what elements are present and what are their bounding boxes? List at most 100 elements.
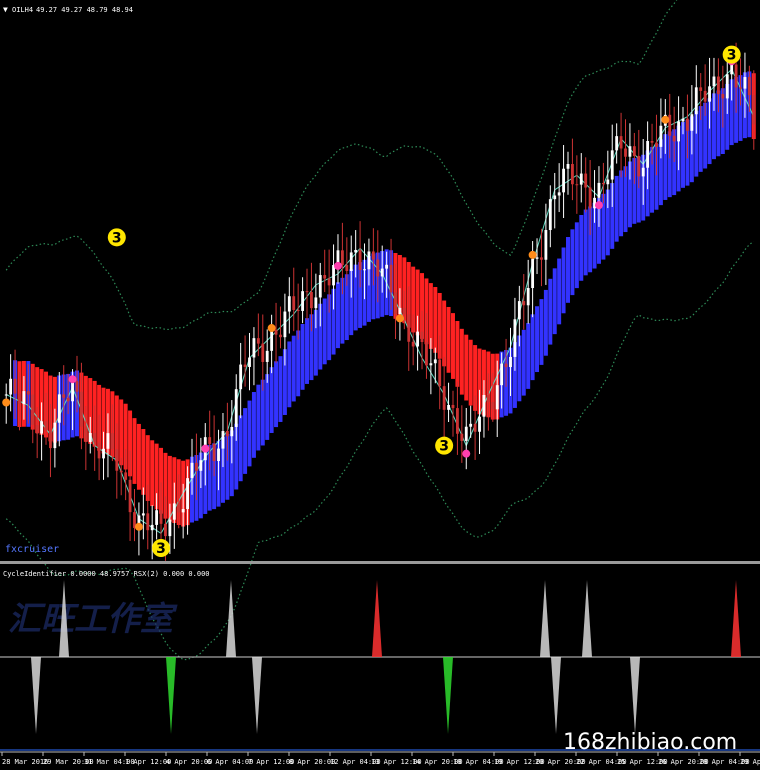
zigzag-lines xyxy=(5,68,755,535)
candle-body xyxy=(478,416,481,432)
candle-body xyxy=(318,275,322,298)
pivot-dot xyxy=(661,115,670,124)
candle-body xyxy=(88,432,92,442)
candle-body xyxy=(752,95,756,125)
band-bar xyxy=(238,415,243,482)
candle-body xyxy=(79,391,83,427)
candle-body xyxy=(686,118,689,131)
pivot-dot xyxy=(134,522,143,531)
candle-body xyxy=(500,363,504,386)
candle-body xyxy=(429,363,433,366)
candle-body xyxy=(641,167,645,177)
band-bar xyxy=(150,440,155,507)
cycle-marker-label: 3 xyxy=(156,541,166,557)
candle-body xyxy=(584,173,588,188)
candle-body xyxy=(349,252,353,272)
candle-body xyxy=(367,251,371,270)
candle-body xyxy=(376,259,380,277)
candle-body xyxy=(566,164,570,169)
candle-body xyxy=(628,146,632,157)
symbol-label: OILH4 xyxy=(12,6,33,14)
cycle-spike-down xyxy=(252,657,262,734)
ohlc-values: 49.27 49.27 48.79 48.94 xyxy=(36,6,133,14)
candle-body xyxy=(548,199,552,231)
candle-body xyxy=(230,426,234,437)
candle-body xyxy=(571,164,574,185)
x-tick-label: 7 Apr 12:00 xyxy=(248,758,294,766)
panel-divider[interactable] xyxy=(0,561,760,564)
candle-body xyxy=(588,187,592,209)
candle-body xyxy=(553,195,557,200)
candle-body xyxy=(292,296,296,310)
candle-body xyxy=(708,86,711,102)
candle-body xyxy=(354,249,358,253)
candle-body xyxy=(115,449,119,471)
candle-body xyxy=(323,275,327,279)
candle-body xyxy=(119,470,123,473)
candle-body xyxy=(252,338,256,358)
candle-body xyxy=(739,87,742,89)
candle-body xyxy=(66,397,70,402)
candle-body xyxy=(469,423,473,427)
candle-body xyxy=(168,519,172,537)
candle-body xyxy=(217,448,220,462)
cycle-spike-down xyxy=(166,657,176,734)
cycle-spike-up xyxy=(582,580,592,657)
candle-body xyxy=(721,94,725,99)
candle-body xyxy=(172,503,176,520)
candle-body xyxy=(624,148,627,157)
band-bar xyxy=(579,214,584,281)
band-bar xyxy=(539,299,544,365)
cycle-spike-down xyxy=(31,657,41,734)
site-watermark: 168zhibiao.com xyxy=(563,730,737,755)
band-bar xyxy=(526,323,531,389)
candles xyxy=(4,42,756,561)
candle-body xyxy=(44,421,48,431)
candle-body xyxy=(314,297,318,309)
candle-body xyxy=(75,381,79,392)
pivot-dot xyxy=(201,444,210,453)
pivot-dot xyxy=(395,314,404,323)
band-bar xyxy=(614,175,619,242)
candle-body xyxy=(296,309,300,311)
candle-body xyxy=(451,404,455,409)
trend-band xyxy=(13,71,756,527)
band-bar xyxy=(459,328,464,395)
candle-body xyxy=(716,76,720,95)
band-bar xyxy=(548,278,553,345)
candle-body xyxy=(681,118,685,122)
band-bar xyxy=(141,429,146,495)
candle-body xyxy=(535,257,539,259)
candle-body xyxy=(332,265,335,286)
band-bar xyxy=(561,247,566,314)
candle-body xyxy=(40,421,44,434)
candle-body xyxy=(283,311,287,338)
candle-body xyxy=(26,391,30,395)
candle-body xyxy=(13,378,17,394)
candle-body xyxy=(243,364,247,367)
candle-body xyxy=(128,479,132,513)
candle-body xyxy=(221,431,225,449)
candle-body xyxy=(407,314,411,342)
candle-body xyxy=(411,341,415,347)
candle-body xyxy=(699,87,703,91)
candle-body xyxy=(464,426,468,441)
candle-body xyxy=(513,319,517,357)
candle-body xyxy=(659,125,663,147)
candle-body xyxy=(110,433,114,450)
band-bar xyxy=(132,418,137,484)
band-bar xyxy=(322,298,327,365)
candle-body xyxy=(703,90,707,102)
candle-body xyxy=(646,141,650,168)
band-bar xyxy=(243,408,248,474)
dropdown-arrow-icon[interactable]: ▼ xyxy=(3,5,8,14)
x-tick-label: 6 Apr 04:00 xyxy=(207,758,253,766)
candle-body xyxy=(261,343,265,362)
band-bar xyxy=(278,356,283,422)
candle-body xyxy=(22,391,26,405)
band-bar xyxy=(468,339,473,406)
candle-body xyxy=(310,292,313,309)
candle-body xyxy=(18,393,21,405)
candle-body xyxy=(734,64,738,88)
candle-body xyxy=(102,448,105,459)
